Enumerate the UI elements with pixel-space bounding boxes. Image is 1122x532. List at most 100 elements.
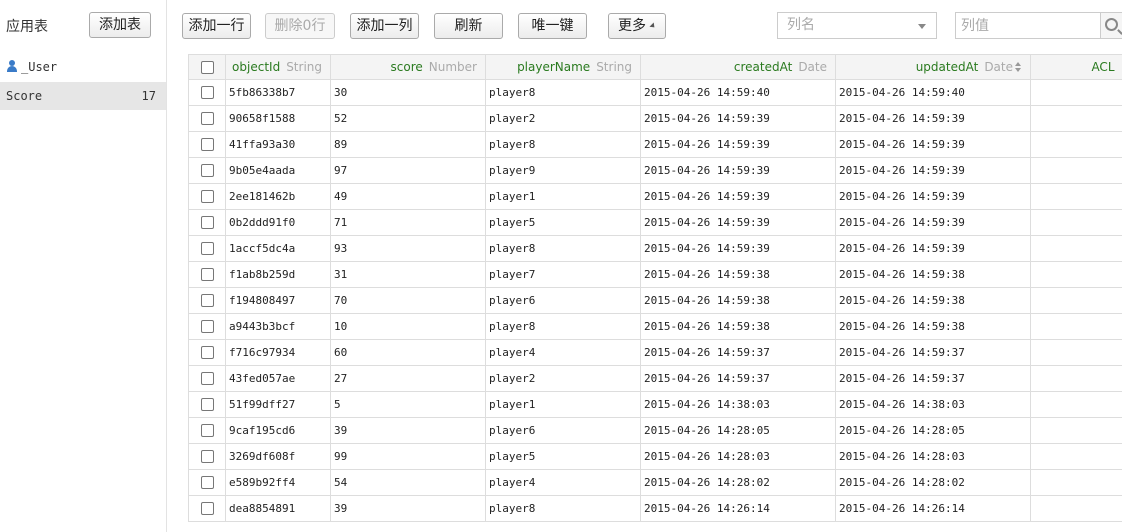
cell-objectid[interactable]: 51f99dff27	[225, 391, 331, 418]
row-checkbox[interactable]	[200, 112, 214, 126]
cell-playername[interactable]: player8	[485, 235, 641, 262]
cell-score[interactable]: 30	[330, 79, 486, 106]
cell-playername[interactable]: player4	[485, 469, 641, 496]
cell-updatedat[interactable]: 2015-04-26 14:59:37	[835, 339, 1031, 366]
table-row[interactable]: 43fed057ae 27 player2 2015-04-26 14:59:37 20…	[188, 365, 1122, 392]
table-row[interactable]: 1accf5dc4a 93 player8 2015-04-26 14:59:39 20…	[188, 235, 1122, 262]
delete-rows-button[interactable]: 删除0行	[265, 13, 335, 39]
cell-score[interactable]: 39	[330, 495, 486, 522]
cell-createdat[interactable]: 2015-04-26 14:28:05	[640, 417, 836, 444]
table-row[interactable]: dea8854891 39 player8 2015-04-26 14:26:14 20…	[188, 495, 1122, 522]
row-checkbox[interactable]	[200, 216, 214, 230]
cell-score[interactable]: 97	[330, 157, 486, 184]
cell-updatedat[interactable]: 2015-04-26 14:59:39	[835, 209, 1031, 236]
unique-key-button[interactable]: 唯一键	[518, 13, 587, 39]
cell-createdat[interactable]: 2015-04-26 14:59:39	[640, 157, 836, 184]
cell-updatedat[interactable]: 2015-04-26 14:59:39	[835, 235, 1031, 262]
cell-createdat[interactable]: 2015-04-26 14:38:03	[640, 391, 836, 418]
cell-objectid[interactable]: 90658f1588	[225, 105, 331, 132]
refresh-button[interactable]: 刷新	[434, 13, 503, 39]
column-header-acl[interactable]: ACL	[1030, 54, 1122, 80]
cell-updatedat[interactable]: 2015-04-26 14:28:02	[835, 469, 1031, 496]
cell-score[interactable]: 99	[330, 443, 486, 470]
row-checkbox[interactable]	[200, 372, 214, 386]
cell-objectid[interactable]: f716c97934	[225, 339, 331, 366]
table-row[interactable]: a9443b3bcf 10 player8 2015-04-26 14:59:38 20…	[188, 313, 1122, 340]
cell-acl[interactable]	[1030, 417, 1122, 444]
column-header-playername[interactable]: playerName String	[485, 54, 641, 80]
row-checkbox[interactable]	[200, 346, 214, 360]
cell-createdat[interactable]: 2015-04-26 14:59:39	[640, 235, 836, 262]
cell-score[interactable]: 5	[330, 391, 486, 418]
row-checkbox[interactable]	[200, 450, 214, 464]
cell-createdat[interactable]: 2015-04-26 14:59:39	[640, 131, 836, 158]
cell-playername[interactable]: player6	[485, 287, 641, 314]
cell-score[interactable]: 27	[330, 365, 486, 392]
cell-updatedat[interactable]: 2015-04-26 14:59:38	[835, 261, 1031, 288]
row-checkbox[interactable]	[200, 190, 214, 204]
cell-objectid[interactable]: a9443b3bcf	[225, 313, 331, 340]
cell-playername[interactable]: player1	[485, 391, 641, 418]
cell-acl[interactable]	[1030, 313, 1122, 340]
cell-updatedat[interactable]: 2015-04-26 14:38:03	[835, 391, 1031, 418]
cell-createdat[interactable]: 2015-04-26 14:59:38	[640, 261, 836, 288]
cell-playername[interactable]: player6	[485, 417, 641, 444]
cell-acl[interactable]	[1030, 443, 1122, 470]
cell-updatedat[interactable]: 2015-04-26 14:59:39	[835, 105, 1031, 132]
add-column-button[interactable]: 添加一列	[350, 13, 419, 39]
cell-score[interactable]: 70	[330, 287, 486, 314]
cell-updatedat[interactable]: 2015-04-26 14:59:39	[835, 131, 1031, 158]
cell-score[interactable]: 10	[330, 313, 486, 340]
cell-objectid[interactable]: f1ab8b259d	[225, 261, 331, 288]
cell-createdat[interactable]: 2015-04-26 14:59:37	[640, 365, 836, 392]
cell-objectid[interactable]: 9caf195cd6	[225, 417, 331, 444]
cell-playername[interactable]: player4	[485, 339, 641, 366]
cell-acl[interactable]	[1030, 157, 1122, 184]
row-checkbox[interactable]	[200, 502, 214, 516]
cell-score[interactable]: 93	[330, 235, 486, 262]
table-row[interactable]: f1ab8b259d 31 player7 2015-04-26 14:59:38 20…	[188, 261, 1122, 288]
cell-updatedat[interactable]: 2015-04-26 14:28:03	[835, 443, 1031, 470]
cell-objectid[interactable]: 9b05e4aada	[225, 157, 331, 184]
cell-playername[interactable]: player9	[485, 157, 641, 184]
cell-playername[interactable]: player5	[485, 209, 641, 236]
cell-acl[interactable]	[1030, 209, 1122, 236]
cell-createdat[interactable]: 2015-04-26 14:59:39	[640, 183, 836, 210]
cell-playername[interactable]: player8	[485, 79, 641, 106]
cell-playername[interactable]: player2	[485, 365, 641, 392]
cell-score[interactable]: 39	[330, 417, 486, 444]
cell-updatedat[interactable]: 2015-04-26 14:28:05	[835, 417, 1031, 444]
cell-objectid[interactable]: 5fb86338b7	[225, 79, 331, 106]
table-row[interactable]: 2ee181462b 49 player1 2015-04-26 14:59:39 20…	[188, 183, 1122, 210]
column-header-objectid[interactable]: objectId String	[225, 54, 331, 80]
cell-score[interactable]: 54	[330, 469, 486, 496]
row-checkbox[interactable]	[200, 138, 214, 152]
cell-score[interactable]: 31	[330, 261, 486, 288]
column-header-updatedat[interactable]: updatedAt Date	[835, 54, 1031, 80]
cell-objectid[interactable]: e589b92ff4	[225, 469, 331, 496]
row-checkbox[interactable]	[200, 424, 214, 438]
table-row[interactable]: e589b92ff4 54 player4 2015-04-26 14:28:02 20…	[188, 469, 1122, 496]
add-table-button[interactable]: 添加表	[89, 12, 151, 38]
cell-objectid[interactable]: 2ee181462b	[225, 183, 331, 210]
cell-acl[interactable]	[1030, 391, 1122, 418]
row-checkbox[interactable]	[200, 242, 214, 256]
cell-acl[interactable]	[1030, 469, 1122, 496]
sort-icon[interactable]	[1015, 62, 1022, 72]
column-select[interactable]: 列名	[777, 12, 937, 39]
cell-createdat[interactable]: 2015-04-26 14:59:37	[640, 339, 836, 366]
table-row[interactable]: 5fb86338b7 30 player8 2015-04-26 14:59:40 20…	[188, 79, 1122, 106]
cell-createdat[interactable]: 2015-04-26 14:26:14	[640, 495, 836, 522]
cell-score[interactable]: 52	[330, 105, 486, 132]
cell-createdat[interactable]: 2015-04-26 14:59:38	[640, 287, 836, 314]
column-header-score[interactable]: score Number	[330, 54, 486, 80]
more-button[interactable]: 更多	[608, 13, 666, 39]
table-row[interactable]: f194808497 70 player6 2015-04-26 14:59:38 20…	[188, 287, 1122, 314]
cell-score[interactable]: 60	[330, 339, 486, 366]
cell-updatedat[interactable]: 2015-04-26 14:59:39	[835, 183, 1031, 210]
cell-playername[interactable]: player2	[485, 105, 641, 132]
cell-playername[interactable]: player8	[485, 495, 641, 522]
cell-createdat[interactable]: 2015-04-26 14:59:38	[640, 313, 836, 340]
cell-objectid[interactable]: 43fed057ae	[225, 365, 331, 392]
cell-acl[interactable]	[1030, 131, 1122, 158]
